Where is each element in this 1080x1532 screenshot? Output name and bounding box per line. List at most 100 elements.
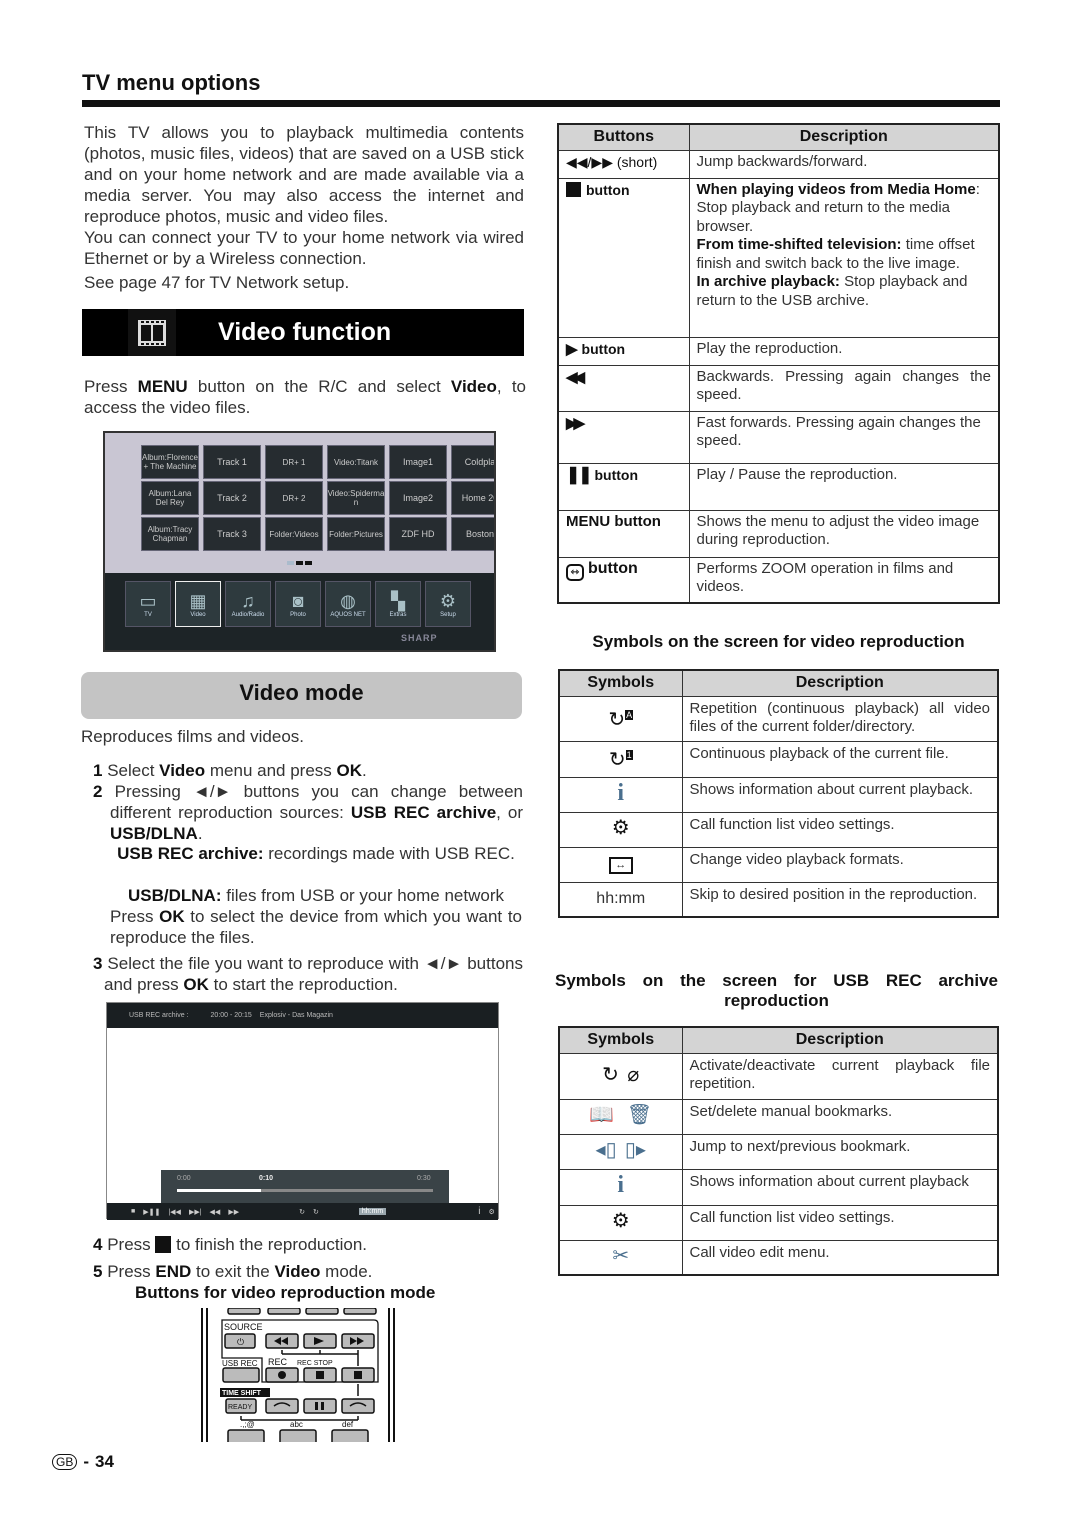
symbols-video-table: Symbols Description ↻A Repetition (conti… <box>558 669 999 918</box>
media-tile[interactable]: Boston <box>451 517 494 551</box>
time-range: 20:00 - 20:15 <box>210 1012 252 1019</box>
main-menu-dock: ▭ TV ▦ Video ♫ Audio/Radio ◙ Photo ◍ AQUOS NET ▚ Ex… <box>105 573 494 650</box>
symbols-usb-rec-table: Symbols Description ↻ ⌀ Activate/deactiv… <box>558 1026 999 1276</box>
description-cell: When playing videos from Media Home: Sto… <box>688 177 1000 338</box>
bold-text: In archive playback: <box>696 273 840 290</box>
tv-media-menu-screenshot: Album:Florence + The Machine Track 1 DR+ 1… <box>103 431 496 652</box>
media-tile[interactable]: DR+ 1 <box>265 445 323 479</box>
dock-item-aquos-net[interactable]: ◍ AQUOS NET <box>325 581 371 627</box>
text: . <box>362 761 367 780</box>
keyword: USB/DLNA <box>110 824 198 843</box>
description-cell: Shows information about current playback… <box>681 776 999 813</box>
text: to exit the <box>191 1262 275 1281</box>
symbol-cell: ↻ ⌀ <box>558 1052 683 1100</box>
step-3: 3 Select the file you want to reproduce … <box>93 953 523 995</box>
skip-back-icon[interactable]: |◀◀ <box>168 1208 181 1216</box>
table-header-row: Buttons Description <box>557 123 1000 151</box>
dock-item-audio-radio[interactable]: ♫ Audio/Radio <box>225 581 271 627</box>
info-icon[interactable]: i <box>478 1206 480 1217</box>
skip-forward-button <box>341 1398 375 1414</box>
repeat-all-icon[interactable]: ↻ <box>299 1208 305 1216</box>
bookmark-next-icon: ▯▸ <box>624 1139 646 1162</box>
remote-rec-stop-label: REC STOP <box>297 1360 333 1367</box>
skip-forward-icon[interactable]: ▶▶| <box>189 1208 202 1216</box>
text: Press <box>84 377 138 396</box>
media-tile[interactable]: Home 20 <box>451 481 494 515</box>
camera-icon: ◙ <box>292 591 304 611</box>
dock-item-video[interactable]: ▦ Video <box>175 581 221 627</box>
step-2-usb-rec-note: USB REC archive: recordings made with US… <box>110 843 522 864</box>
media-tile[interactable]: Track 2 <box>203 481 261 515</box>
keyword: OK <box>159 907 185 926</box>
remote-source-label: SOURCE <box>224 1322 263 1332</box>
media-tile[interactable]: DR+ 2 <box>265 481 323 515</box>
repeat-one-icon[interactable]: ↻ <box>313 1208 319 1216</box>
dock-item-label: TV <box>144 612 152 618</box>
info-icon: i <box>617 1172 625 1199</box>
bold-text: From time-shifted television: <box>696 236 902 253</box>
description-cell: Shows the menu to adjust the video image… <box>688 509 1000 558</box>
dock-item-photo[interactable]: ◙ Photo <box>275 581 321 627</box>
symbol-cell: ✂ <box>558 1239 683 1276</box>
pause-icon: ❚❚ <box>566 464 592 484</box>
symbol-cell: ⚙ <box>558 1204 683 1241</box>
buttons-table: Buttons Description ◀◀/▶▶ (short) Jump b… <box>557 123 1000 604</box>
fast-forward-icon: ▶▶ <box>566 414 585 432</box>
media-tile[interactable]: Video:Spiderma n <box>327 481 385 515</box>
media-tile[interactable]: Track 1 <box>203 445 261 479</box>
rewind-icon[interactable]: ◀◀ <box>210 1208 221 1216</box>
dock-item-tv[interactable]: ▭ TV <box>125 581 171 627</box>
media-tile[interactable]: Album:Tracy Chapman <box>141 517 199 551</box>
fast-forward-icon[interactable]: ▶▶ <box>228 1208 239 1216</box>
format-icon: ↔ <box>608 857 633 874</box>
digit-1-button <box>227 1429 265 1442</box>
media-tile[interactable]: Folder:Videos <box>265 517 323 551</box>
gear-icon[interactable]: ⚙ <box>489 1208 495 1216</box>
text: files from USB or your home network <box>221 886 504 905</box>
symbol-cell: i <box>558 776 683 813</box>
media-tile[interactable]: Folder:Pictures <box>327 517 385 551</box>
step-2: 2 Pressing ◄/► buttons you can change be… <box>93 781 523 844</box>
media-tile[interactable]: Image1 <box>389 445 447 479</box>
media-tile[interactable]: Video:Titank <box>327 445 385 479</box>
progress-bar[interactable] <box>177 1189 433 1192</box>
stop-icon[interactable]: ■ <box>131 1208 135 1215</box>
description-cell: Play the reproduction. <box>688 336 1000 366</box>
media-tile[interactable]: Track 3 <box>203 517 261 551</box>
media-tile[interactable]: Album:Florence + The Machine <box>141 445 199 479</box>
hhmm-jump[interactable]: hh:mm <box>358 1208 387 1215</box>
description-cell: Jump backwards/forward. <box>688 149 1000 179</box>
symbols-usb-rec-title: Symbols on the screen for USB REC archiv… <box>555 971 998 1010</box>
symbol-cell: ↔ <box>558 846 683 883</box>
description-cell: Activate/deactivate current playback fil… <box>681 1052 999 1100</box>
dock-item-setup[interactable]: ⚙ Setup <box>425 581 471 627</box>
media-tile[interactable]: Album:Lana Del Rey <box>141 481 199 515</box>
rewind-icon: ◀◀ <box>566 368 585 386</box>
media-tile[interactable]: ZDF HD <box>389 517 447 551</box>
table-row: ⚙ Call function list video settings. <box>558 811 999 848</box>
media-tile[interactable]: Coldpla <box>451 445 494 479</box>
button-label: button <box>594 466 639 483</box>
table-row: ↻1 Continuous playback of the current fi… <box>558 740 999 778</box>
table-row: ❚❚ button Play / Pause the reproduction. <box>557 462 1000 511</box>
separator: - <box>83 1452 90 1471</box>
table-header-row: Symbols Description <box>558 1026 999 1054</box>
sharp-logo: SHARP <box>401 633 438 643</box>
keyword: Video <box>159 761 206 780</box>
dock-item-extras[interactable]: ▚ Extras <box>375 581 421 627</box>
table-row: 📖 🗑 Set/delete manual bookmarks. <box>558 1098 999 1135</box>
button-cell: button <box>557 177 690 338</box>
keyword: OK <box>183 975 209 994</box>
description-cell: Fast forwards. Pressing again changes th… <box>688 410 1000 464</box>
button-label: button <box>586 181 630 198</box>
repeat-off-icon: ⌀ <box>627 1063 640 1086</box>
table-row: i Shows information about current playba… <box>558 1168 999 1206</box>
remote-key-label: .,;@ <box>240 1420 255 1429</box>
description-cell: Repetition (continuous playback) all vid… <box>681 695 999 742</box>
buttons-caption: Buttons for video reproduction mode <box>135 1283 436 1302</box>
text: menu and press <box>205 761 337 780</box>
description-cell: Call function list video settings. <box>681 1204 999 1241</box>
info-icon: i <box>617 779 625 806</box>
play-pause-icon[interactable]: ▶❚❚ <box>143 1208 160 1216</box>
media-tile[interactable]: Image2 <box>389 481 447 515</box>
